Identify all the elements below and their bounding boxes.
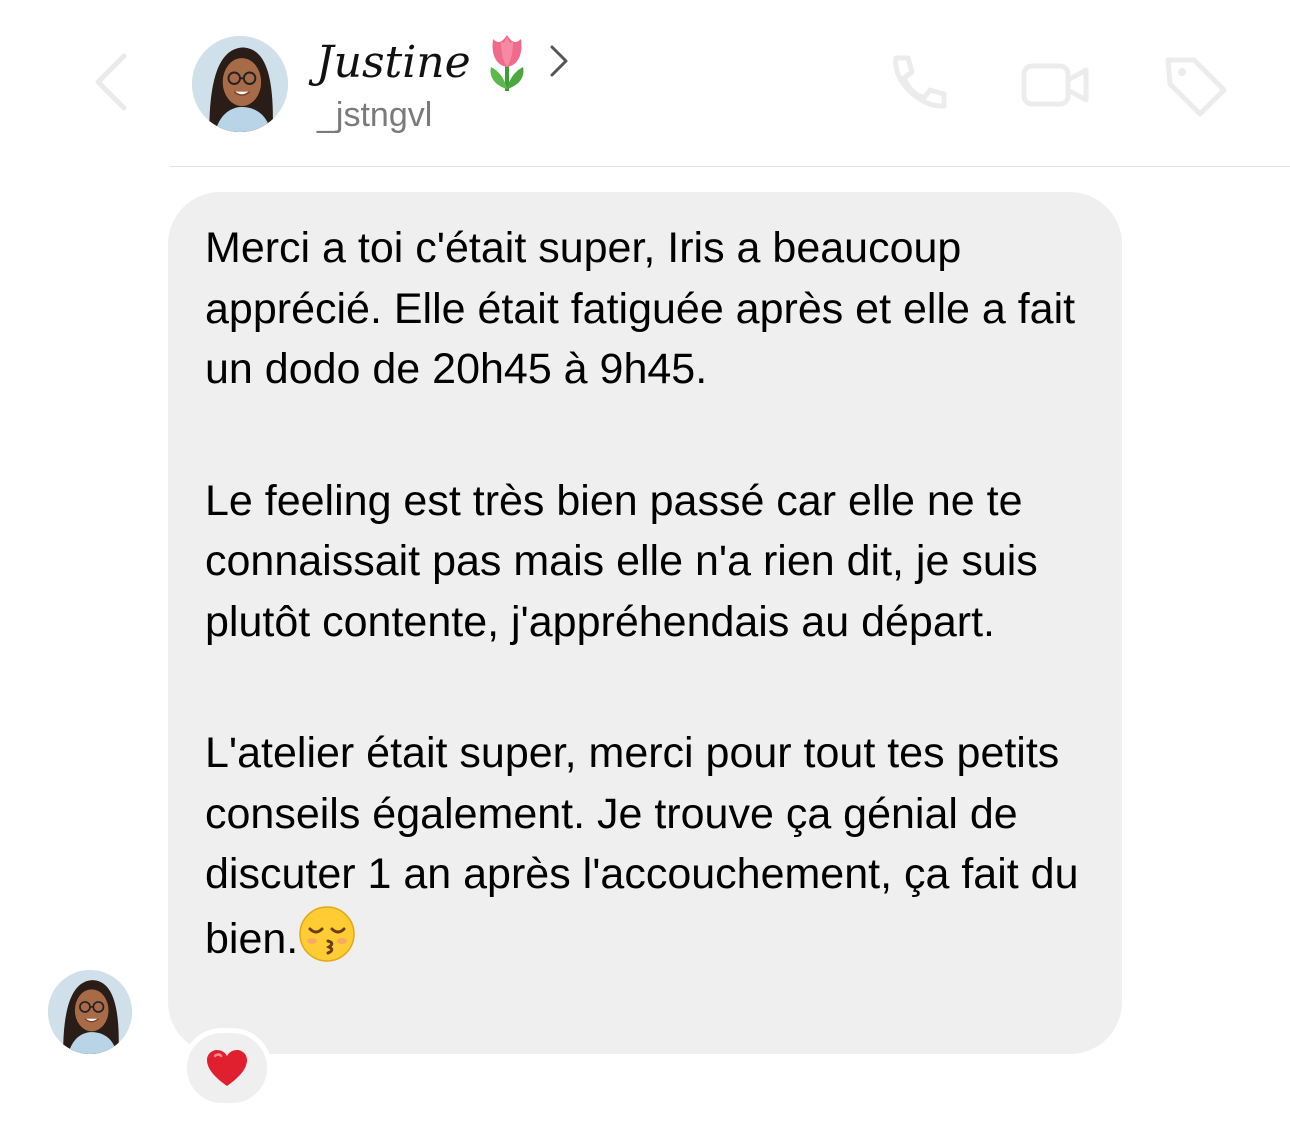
header-actions: [880, 40, 1230, 130]
tag-icon[interactable]: [1160, 50, 1230, 120]
profile-name-row[interactable]: Justine: [316, 30, 535, 94]
message-bubble[interactable]: Merci a toi c'était super, Iris a beauco…: [168, 192, 1122, 1054]
avatar-image-icon: [48, 970, 132, 1054]
video-icon[interactable]: [1020, 50, 1090, 120]
username: _jstngvl: [317, 96, 433, 134]
reaction-badge[interactable]: [182, 1028, 272, 1108]
message-paragraph: Le feeling est très bien passé car elle …: [205, 476, 1038, 646]
message-paragraph: Merci a toi c'était super, Iris a beauco…: [205, 224, 1076, 393]
avatar-image-icon: [192, 36, 288, 132]
red-heart-icon: [207, 1050, 247, 1086]
header-divider: [170, 166, 1290, 167]
chevron-right-icon[interactable]: [548, 44, 570, 78]
display-name: Justine: [316, 36, 471, 88]
message-paragraph: L'atelier était super, merci pour tout t…: [205, 723, 1086, 969]
profile-avatar[interactable]: [192, 36, 288, 132]
tulip-icon: [490, 35, 524, 91]
phone-icon[interactable]: [880, 50, 950, 120]
chat-header: Justine _jstngvl: [0, 0, 1290, 166]
sender-avatar[interactable]: [48, 970, 132, 1054]
back-chevron-icon[interactable]: [92, 52, 132, 112]
kissing-closed-eyes-emoji: [299, 905, 355, 962]
